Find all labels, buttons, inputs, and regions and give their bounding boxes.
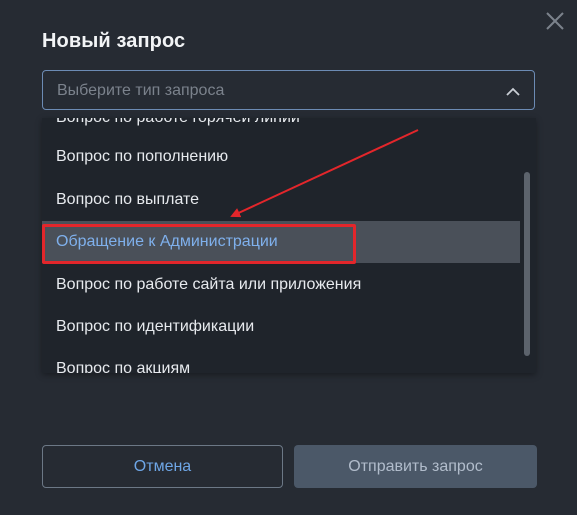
select-placeholder: Выберите тип запроса	[57, 82, 225, 99]
dropdown-scrollbar[interactable]	[524, 172, 530, 356]
cancel-button[interactable]: Отмена	[42, 445, 283, 488]
new-request-dialog: Новый запрос Выберите тип запроса Вопрос…	[0, 0, 577, 515]
dialog-title: Новый запрос	[42, 30, 186, 52]
option-administration[interactable]: Обращение к Администрации	[42, 221, 520, 263]
close-button[interactable]	[542, 8, 568, 34]
close-icon	[546, 12, 564, 30]
submit-request-button[interactable]: Отправить запрос	[294, 445, 537, 488]
request-type-dropdown: Вопрос по работе горячей линии Вопрос по…	[42, 118, 536, 373]
option-promotions[interactable]: Вопрос по акциям	[42, 348, 520, 373]
option-payout[interactable]: Вопрос по выплате	[42, 179, 520, 221]
chevron-up-icon	[506, 84, 520, 102]
request-type-select[interactable]: Выберите тип запроса	[42, 70, 535, 110]
option-site-app[interactable]: Вопрос по работе сайта или приложения	[42, 264, 520, 306]
option-deposit[interactable]: Вопрос по пополнению	[42, 136, 520, 178]
option-identification[interactable]: Вопрос по идентификации	[42, 306, 520, 348]
